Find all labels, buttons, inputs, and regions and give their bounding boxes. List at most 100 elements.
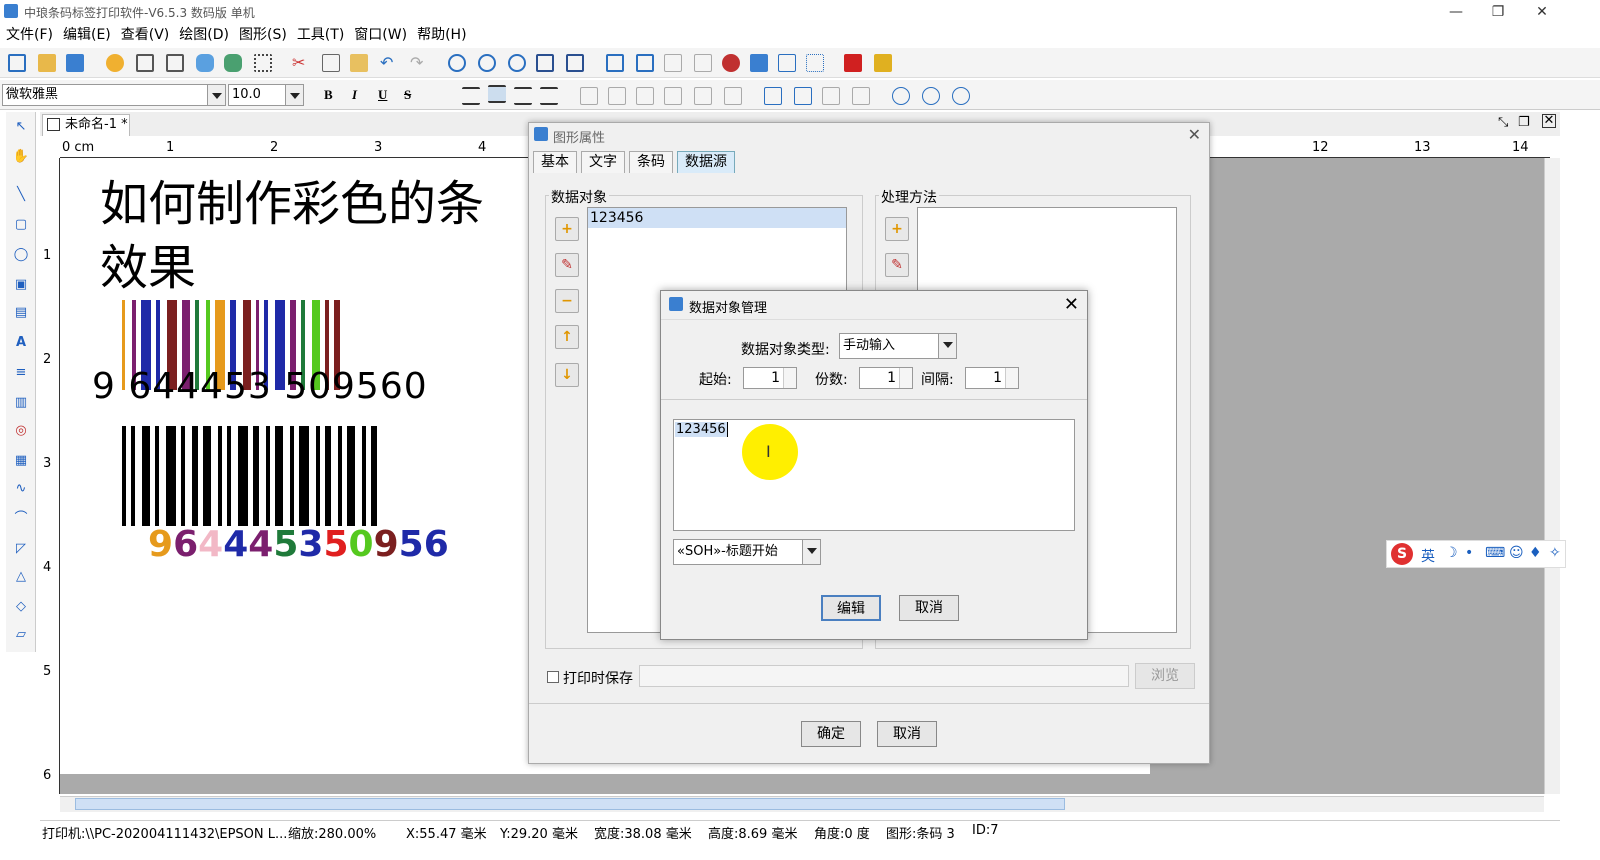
chevron-down-icon[interactable] [938, 334, 956, 358]
start-stepper[interactable]: 1 [743, 367, 797, 389]
minimize-icon[interactable]: — [1436, 2, 1476, 22]
list-item[interactable]: 123456 [588, 208, 846, 228]
tab-max-icon[interactable]: ❐ [1518, 115, 1530, 130]
text-icon[interactable]: A [12, 334, 30, 352]
justify-icon[interactable] [540, 87, 558, 105]
space-horizontal-icon[interactable] [822, 87, 840, 105]
open-icon[interactable] [38, 54, 56, 72]
ellipse-icon[interactable]: ◯ [12, 246, 30, 264]
new-icon[interactable] [8, 54, 26, 72]
interval-stepper[interactable]: 1 [965, 367, 1019, 389]
paragraph-icon[interactable]: ≡ [12, 364, 30, 382]
edit-icon[interactable]: ✎ [555, 253, 579, 277]
cancel-button[interactable]: 取消 [899, 595, 959, 621]
preview-icon[interactable] [166, 54, 184, 72]
align-objects-top-icon[interactable] [636, 87, 654, 105]
print-icon[interactable] [136, 54, 154, 72]
close-icon[interactable]: ✕ [1188, 125, 1201, 144]
remove-icon[interactable]: − [555, 289, 579, 313]
database-link-icon[interactable] [224, 54, 242, 72]
pointer-icon[interactable]: ↖ [12, 118, 30, 136]
moon-icon[interactable]: ☽ [1445, 545, 1458, 561]
align-right-icon[interactable] [514, 87, 532, 105]
bring-front-icon[interactable] [606, 54, 624, 72]
same-height-icon[interactable] [794, 87, 812, 105]
browse-button[interactable]: 浏览 [1135, 663, 1195, 689]
add-icon[interactable]: + [555, 217, 579, 241]
tab-datasource[interactable]: 数据源 [677, 151, 735, 173]
picture-icon[interactable]: ▤ [12, 304, 30, 322]
menu-file[interactable]: 文件(F) [6, 24, 53, 46]
strikethrough-button[interactable]: S [404, 87, 411, 103]
rectangle-icon[interactable]: ▢ [12, 216, 30, 234]
paste-icon[interactable] [350, 54, 368, 72]
chevron-down-icon[interactable] [802, 540, 820, 564]
calculator-icon[interactable] [874, 54, 892, 72]
menu-tools[interactable]: 工具(T) [297, 24, 344, 46]
skin-icon[interactable]: ♦ [1529, 545, 1542, 561]
ok-button[interactable]: 确定 [801, 721, 861, 747]
zoom-fit-icon[interactable] [508, 54, 526, 72]
horizontal-scroll-thumb[interactable] [75, 798, 1065, 810]
menu-shape[interactable]: 图形(S) [239, 24, 287, 46]
grid-icon[interactable] [254, 54, 272, 72]
actual-size-icon[interactable] [566, 54, 584, 72]
center-vertical-icon[interactable] [694, 87, 712, 105]
align-left-icon[interactable] [462, 87, 480, 105]
type-select[interactable]: 手动输入 [839, 333, 957, 359]
copies-stepper[interactable]: 1 [859, 367, 913, 389]
tab-document[interactable]: 未命名-1 * [42, 114, 130, 136]
redo-icon[interactable]: ↷ [410, 54, 428, 72]
align-objects-bottom-icon[interactable] [664, 87, 682, 105]
chevron-down-icon[interactable] [207, 85, 225, 105]
menu-edit[interactable]: 编辑(E) [63, 24, 111, 46]
distribute-icon[interactable] [806, 54, 824, 72]
database-icon[interactable] [196, 54, 214, 72]
edit-process-icon[interactable]: ✎ [885, 253, 909, 277]
content-textarea[interactable]: 123456 I [673, 419, 1075, 531]
rotate-180-icon[interactable] [922, 87, 940, 105]
tab-restore-icon[interactable]: ⤡ [1498, 115, 1508, 130]
ime-lang[interactable]: 英 [1421, 546, 1435, 566]
line-icon[interactable]: ╲ [12, 186, 30, 204]
align-icon[interactable] [778, 54, 796, 72]
italic-button[interactable]: I [352, 87, 357, 103]
underline-button[interactable]: U [378, 87, 387, 103]
save-icon[interactable] [66, 54, 84, 72]
image-icon[interactable]: ▣ [12, 276, 30, 294]
tab-basic[interactable]: 基本 [533, 151, 577, 173]
zoom-out-icon[interactable] [478, 54, 496, 72]
align-objects-left-icon[interactable] [580, 87, 598, 105]
undo-icon[interactable]: ↶ [380, 54, 398, 72]
save-on-print-checkbox[interactable] [547, 671, 559, 683]
zoom-in-icon[interactable] [448, 54, 466, 72]
close-icon[interactable]: ✕ [1064, 294, 1079, 315]
eye-icon[interactable] [722, 54, 740, 72]
table-icon[interactable]: ▦ [12, 452, 30, 470]
align-objects-right-icon[interactable] [608, 87, 626, 105]
bold-button[interactable]: B [324, 87, 333, 103]
fit-page-icon[interactable] [536, 54, 554, 72]
close-icon[interactable]: ✕ [1522, 2, 1562, 22]
menu-draw[interactable]: 绘图(D) [179, 24, 229, 46]
group-icon[interactable] [664, 54, 682, 72]
diamond-icon[interactable]: ◇ [12, 598, 30, 616]
tab-text[interactable]: 文字 [581, 151, 625, 173]
menu-view[interactable]: 查看(V) [121, 24, 170, 46]
add-process-icon[interactable]: + [885, 217, 909, 241]
tab-barcode[interactable]: 条码 [629, 151, 673, 173]
send-back-icon[interactable] [636, 54, 654, 72]
polygon-icon[interactable]: ◸ [12, 540, 30, 558]
lock-icon[interactable] [750, 54, 768, 72]
vertical-scrollbar[interactable] [1544, 158, 1560, 794]
same-width-icon[interactable] [764, 87, 782, 105]
tab-close-icon[interactable]: ✕ [1542, 114, 1556, 128]
pdf-icon[interactable] [844, 54, 862, 72]
triangle-icon[interactable]: △ [12, 568, 30, 586]
chevron-down-icon[interactable] [285, 85, 303, 105]
rotate-90-icon[interactable] [892, 87, 910, 105]
parallelogram-icon[interactable]: ▱ [12, 626, 30, 644]
save-path-input[interactable] [639, 665, 1129, 687]
settings-icon[interactable] [106, 54, 124, 72]
wrench-icon[interactable]: ✧ [1549, 545, 1561, 561]
